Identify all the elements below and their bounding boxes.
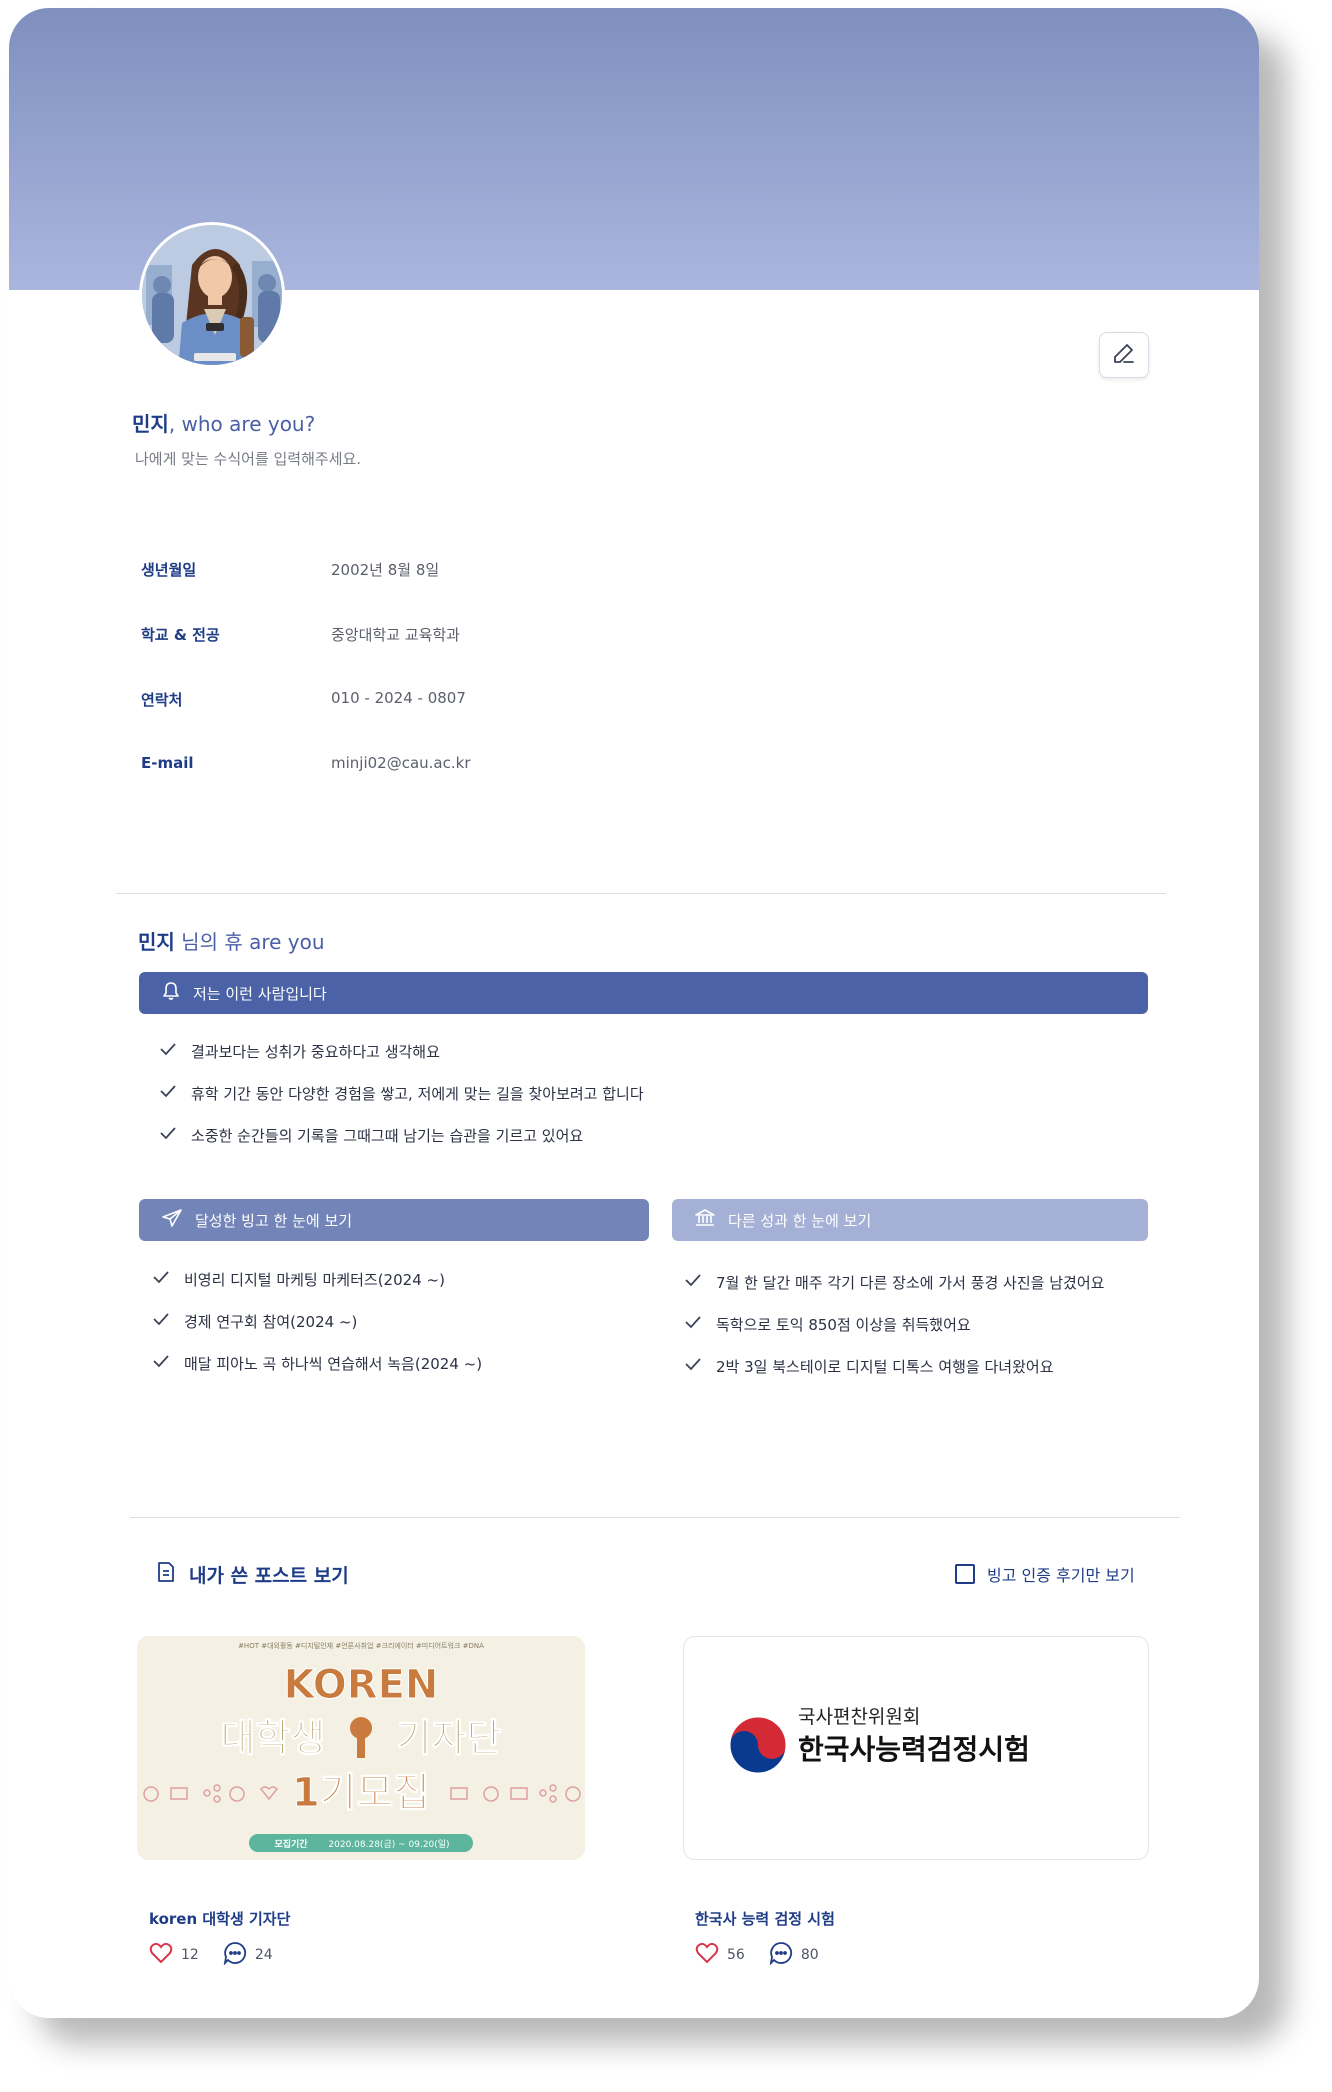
comments-count: 24 — [254, 1947, 273, 1963]
taegeuk-logo-icon — [729, 1716, 787, 1774]
thumb-exam-name: 한국사능력검정시험 — [798, 1733, 1030, 1766]
list-item-text: 매달 피아노 곡 하나씩 연습해서 녹음(2024 ~) — [184, 1354, 483, 1373]
other-achievements-bar[interactable]: 다른 성과 한 눈에 보기 — [672, 1199, 1148, 1241]
pencil-icon — [1111, 341, 1137, 370]
list-item-text: 소중한 순간들의 기록을 그때그때 남기는 습관을 기르고 있어요 — [191, 1126, 584, 1145]
info-row-phone: 연락처 010 - 2024 - 0807 — [141, 689, 466, 710]
thumb-period-label: 모집기간 — [274, 1838, 308, 1850]
check-icon — [159, 1126, 177, 1144]
heart-icon — [149, 1942, 173, 1968]
list-item-text: 독학으로 토익 850점 이상을 취득했어요 — [716, 1315, 971, 1334]
thumb-title-line1: KOREN — [284, 1662, 439, 1708]
comments-stat[interactable]: 80 — [769, 1941, 819, 1969]
send-icon — [161, 1208, 183, 1232]
filter-checkbox[interactable] — [955, 1564, 975, 1584]
thumb-period: 2020.08.28(금) ~ 09.20(일) — [328, 1839, 449, 1850]
thumb-org: 국사편찬위원회 — [798, 1706, 920, 1728]
check-icon — [159, 1084, 177, 1102]
post-thumbnail[interactable]: #HOT #대외활동 #디지털인재 #언론사취업 #크리에이터 #미디어트워크 … — [137, 1636, 585, 1860]
bingo-list: 비영리 디지털 마케팅 마케터즈(2024 ~) 경제 연구회 참여(2024 … — [152, 1258, 482, 1384]
list-item: 비영리 디지털 마케팅 마케터즈(2024 ~) — [152, 1258, 482, 1300]
bingo-review-filter[interactable]: 빙고 인증 후기만 보기 — [955, 1562, 1135, 1586]
profile-card: 민지, who are you? 나에게 맞는 수식어를 입력해주세요. 생년월… — [9, 8, 1259, 2018]
greeting-suffix: , who are you? — [168, 412, 316, 436]
bell-icon — [161, 981, 181, 1005]
intro-bar-label: 저는 이런 사람입니다 — [193, 984, 327, 1003]
list-item: 소중한 순간들의 기록을 그때그때 남기는 습관을 기르고 있어요 — [159, 1114, 644, 1156]
who-suffix: 님의 휴 are you — [174, 930, 325, 954]
list-item-text: 휴학 기간 동안 다양한 경험을 쌓고, 저에게 맞는 길을 찾아보려고 합니다 — [191, 1084, 644, 1103]
list-item: 독학으로 토익 850점 이상을 취득했어요 — [684, 1303, 1104, 1345]
profile-greeting: 민지, who are you? — [132, 408, 315, 437]
document-icon — [155, 1561, 177, 1588]
bank-icon — [694, 1208, 716, 1232]
list-item-text: 7월 한 달간 매주 각기 다른 장소에 가서 풍경 사진을 남겼어요 — [716, 1273, 1105, 1292]
comment-icon — [769, 1941, 793, 1969]
check-icon — [684, 1315, 702, 1333]
info-row-school: 학교 & 전공 중앙대학교 교육학과 — [141, 624, 460, 645]
list-item: 결과보다는 성취가 중요하다고 생각해요 — [159, 1030, 644, 1072]
avatar[interactable] — [139, 222, 285, 368]
bingo-bar[interactable]: 달성한 빙고 한 눈에 보기 — [139, 1199, 649, 1241]
list-item: 7월 한 달간 매주 각기 다른 장소에 가서 풍경 사진을 남겼어요 — [684, 1261, 1104, 1303]
other-bar-label: 다른 성과 한 눈에 보기 — [728, 1211, 872, 1230]
heart-icon — [695, 1942, 719, 1968]
info-label: 학교 & 전공 — [141, 626, 220, 644]
list-item: 휴학 기간 동안 다양한 경험을 쌓고, 저에게 맞는 길을 찾아보려고 합니다 — [159, 1072, 644, 1114]
info-row-birthday: 생년월일 2002년 8월 8일 — [141, 559, 439, 580]
likes-count: 12 — [181, 1947, 199, 1963]
posts-heading-label: 내가 쓴 포스트 보기 — [189, 1565, 349, 1587]
info-row-email: E-mail minji02@cau.ac.kr — [141, 754, 470, 772]
comments-stat[interactable]: 24 — [223, 1941, 273, 1969]
comments-count: 80 — [800, 1947, 819, 1963]
post-title[interactable]: koren 대학생 기자단 — [149, 1908, 290, 1929]
likes-stat[interactable]: 56 — [695, 1942, 745, 1968]
likes-count: 56 — [727, 1947, 745, 1963]
profile-subtitle[interactable]: 나에게 맞는 수식어를 입력해주세요. — [135, 448, 361, 469]
edit-profile-button[interactable] — [1099, 332, 1149, 378]
list-item-text: 결과보다는 성취가 중요하다고 생각해요 — [191, 1042, 440, 1061]
list-item: 경제 연구회 참여(2024 ~) — [152, 1300, 482, 1342]
info-value: minji02@cau.ac.kr — [331, 754, 471, 772]
info-label: 연락처 — [141, 691, 183, 709]
who-section-title: 민지 님의 휴 are you — [138, 926, 325, 955]
post-title[interactable]: 한국사 능력 검정 시험 — [695, 1908, 835, 1929]
list-item: 2박 3일 북스테이로 디지털 디톡스 여행을 다녀왔어요 — [684, 1345, 1104, 1387]
intro-list: 결과보다는 성취가 중요하다고 생각해요 휴학 기간 동안 다양한 경험을 쌓고… — [159, 1030, 644, 1156]
list-item-text: 비영리 디지털 마케팅 마케터즈(2024 ~) — [184, 1270, 445, 1289]
check-icon — [684, 1357, 702, 1375]
check-icon — [684, 1273, 702, 1291]
thumb-title-line2b: 기자단 — [397, 1716, 502, 1760]
intro-bar: 저는 이런 사람입니다 — [139, 972, 1148, 1014]
profile-name: 민지 — [132, 412, 169, 436]
check-icon — [159, 1042, 177, 1060]
info-value: 중앙대학교 교육학과 — [331, 626, 460, 644]
post-stats: 56 80 — [695, 1941, 833, 1969]
other-list: 7월 한 달간 매주 각기 다른 장소에 가서 풍경 사진을 남겼어요 독학으로… — [684, 1261, 1104, 1387]
list-item-text: 경제 연구회 참여(2024 ~) — [184, 1312, 358, 1331]
info-label: 생년월일 — [141, 561, 197, 579]
info-value: 010 - 2024 - 0807 — [331, 689, 466, 707]
post-stats: 12 24 — [149, 1941, 287, 1969]
post-thumbnail[interactable]: 국사편찬위원회 한국사능력검정시험 — [683, 1636, 1149, 1860]
list-item-text: 2박 3일 북스테이로 디지털 디톡스 여행을 다녀왔어요 — [716, 1357, 1054, 1376]
who-name: 민지 — [138, 930, 175, 954]
bingo-bar-label: 달성한 빙고 한 눈에 보기 — [195, 1211, 353, 1230]
check-icon — [152, 1354, 170, 1372]
likes-stat[interactable]: 12 — [149, 1942, 199, 1968]
list-item: 매달 피아노 곡 하나씩 연습해서 녹음(2024 ~) — [152, 1342, 482, 1384]
thumb-title-line3: 1기모집 — [292, 1770, 430, 1816]
thumb-title-line2a: 대학생 — [221, 1716, 326, 1760]
info-label: E-mail — [141, 754, 194, 772]
info-value: 2002년 8월 8일 — [331, 561, 440, 579]
posts-heading: 내가 쓴 포스트 보기 — [155, 1561, 349, 1588]
section-divider — [130, 1517, 1180, 1518]
check-icon — [152, 1312, 170, 1330]
thumb-tags: #HOT #대외활동 #디지털인재 #언론사취업 #크리에이터 #미디어트워크 … — [238, 1641, 484, 1650]
section-divider — [116, 893, 1166, 894]
comment-icon — [223, 1941, 247, 1969]
check-icon — [152, 1270, 170, 1288]
filter-label: 빙고 인증 후기만 보기 — [987, 1566, 1135, 1585]
